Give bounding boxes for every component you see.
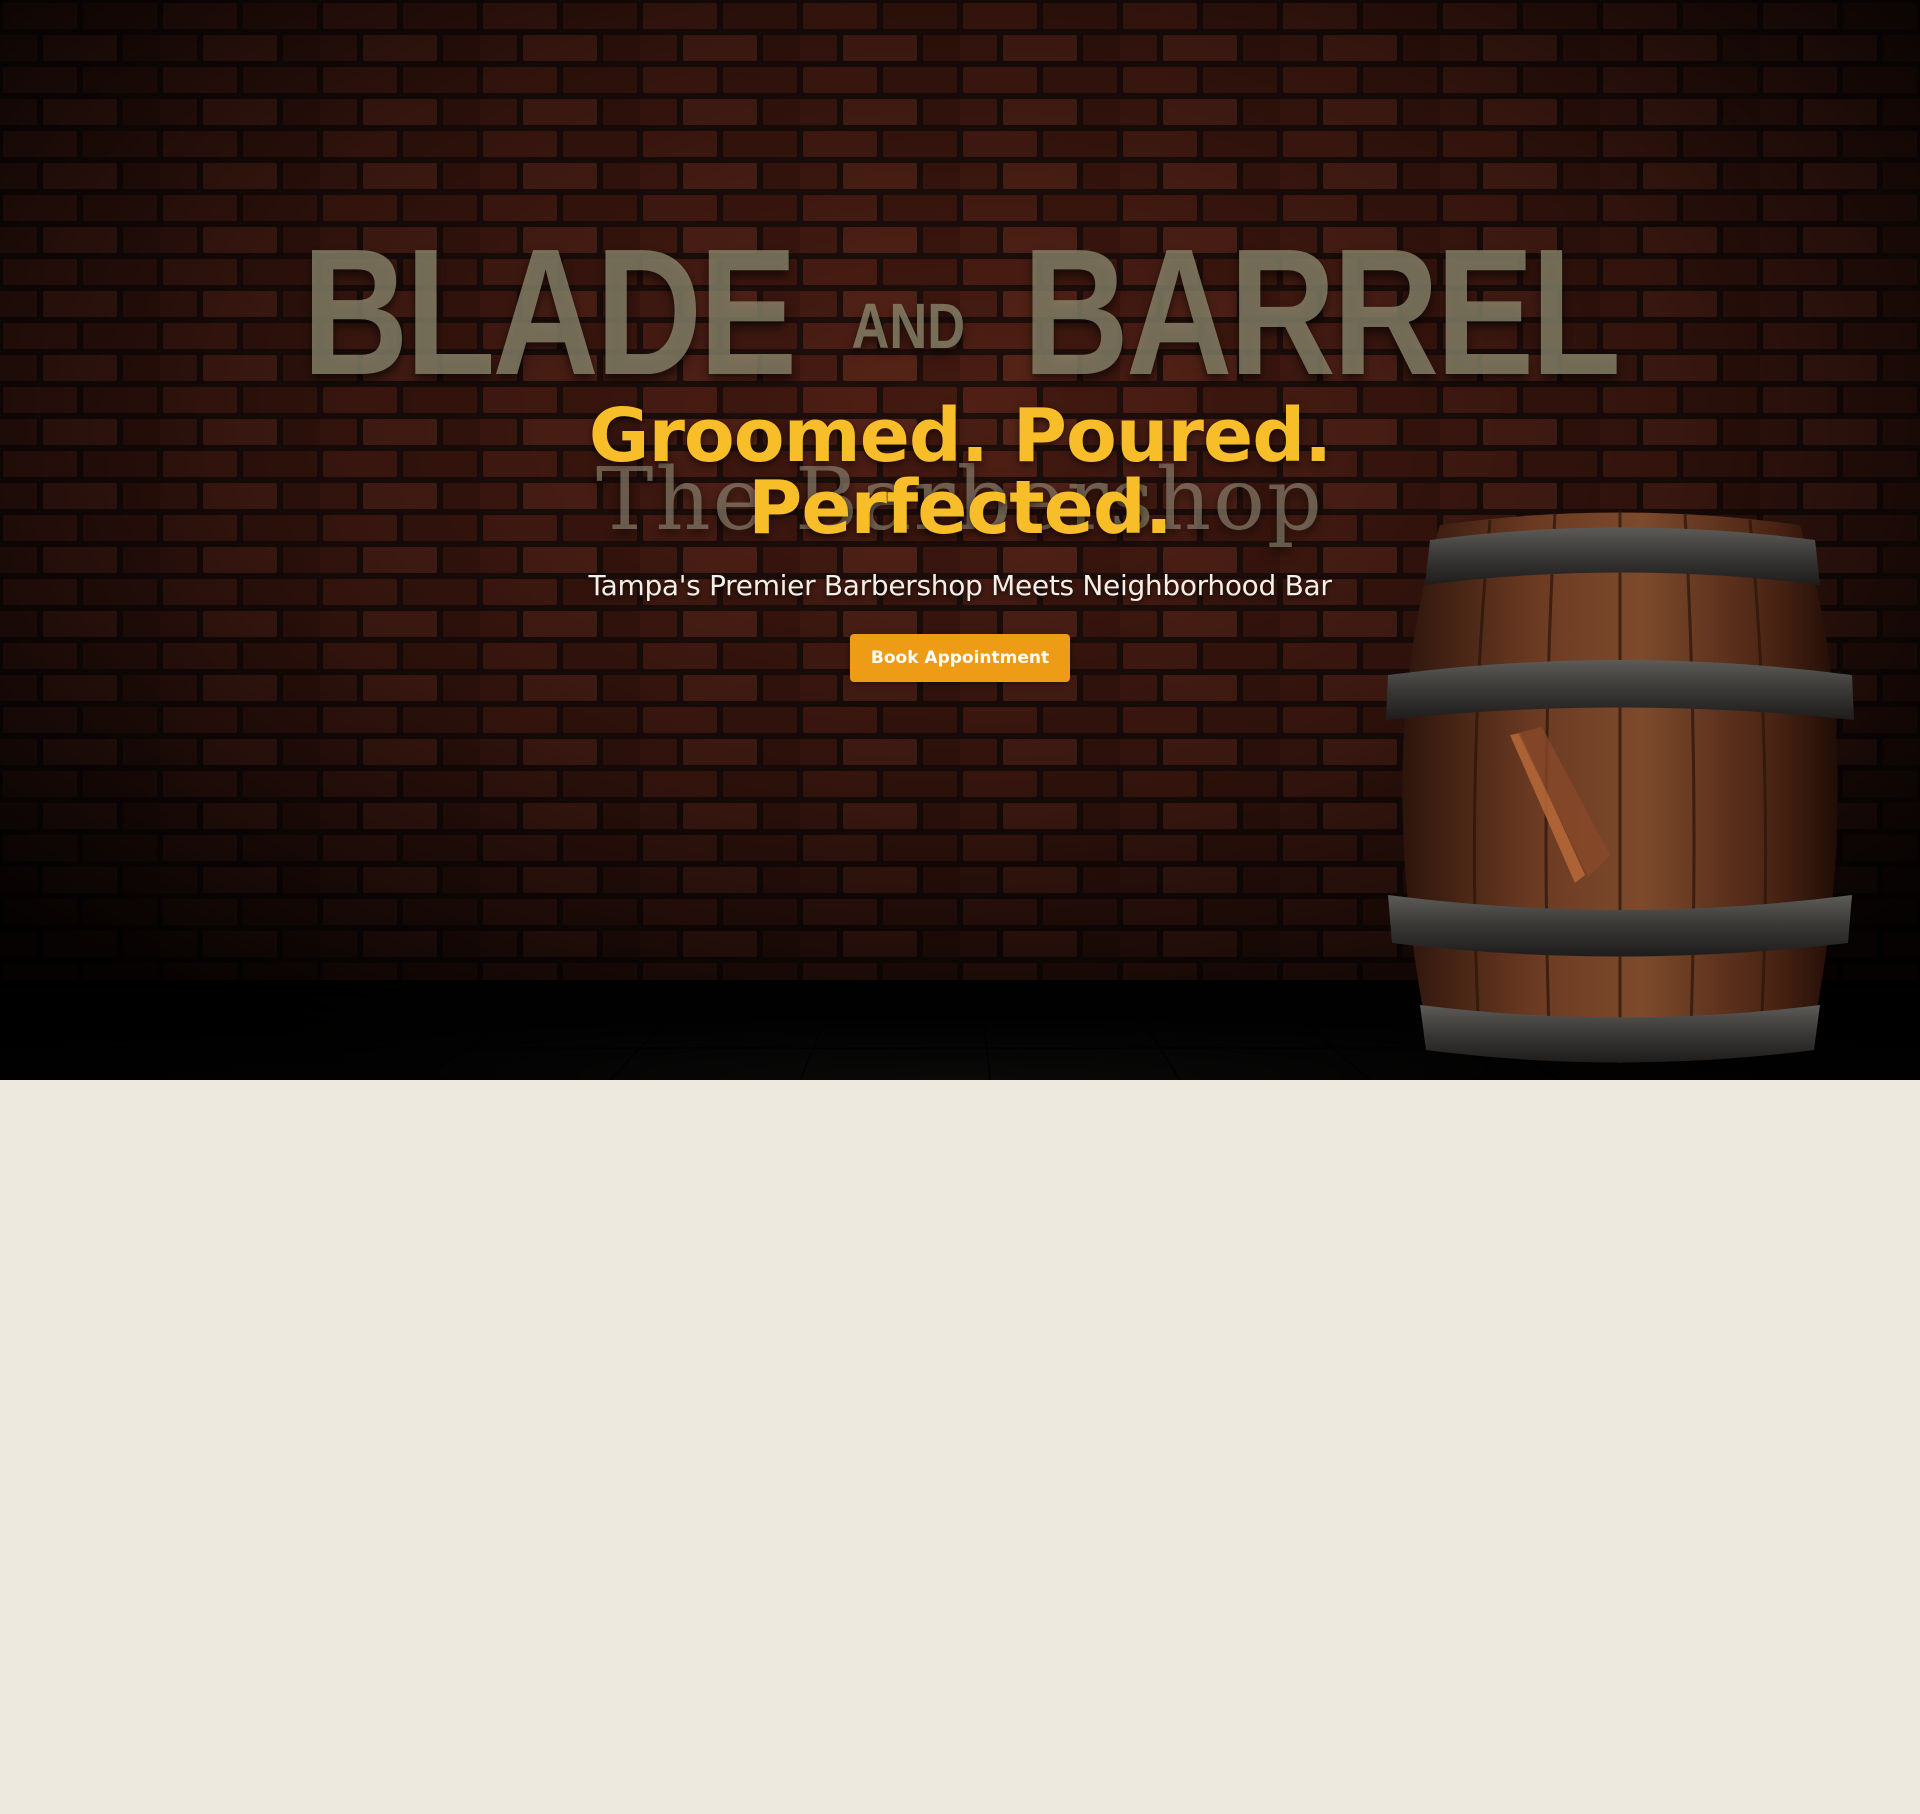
sign-word-and: AND [851,290,966,362]
shop-sign: BLADE AND BARREL [173,212,1747,413]
content-section [0,1080,1920,1814]
book-appointment-button[interactable]: Book Appointment [850,634,1070,682]
hero-section: BLADE AND BARREL The Barbershop Groomed.… [0,0,1920,1080]
hero-content: Groomed. Poured. Perfected. Tampa's Prem… [0,399,1920,682]
sign-word-barrel: BARREL [1022,212,1622,413]
hero-headline: Groomed. Poured. Perfected. [0,399,1920,545]
hero-tagline: Tampa's Premier Barbershop Meets Neighbo… [588,569,1332,602]
headline-line-2: Perfected. [748,465,1173,551]
sign-word-blade: BLADE [302,212,797,413]
